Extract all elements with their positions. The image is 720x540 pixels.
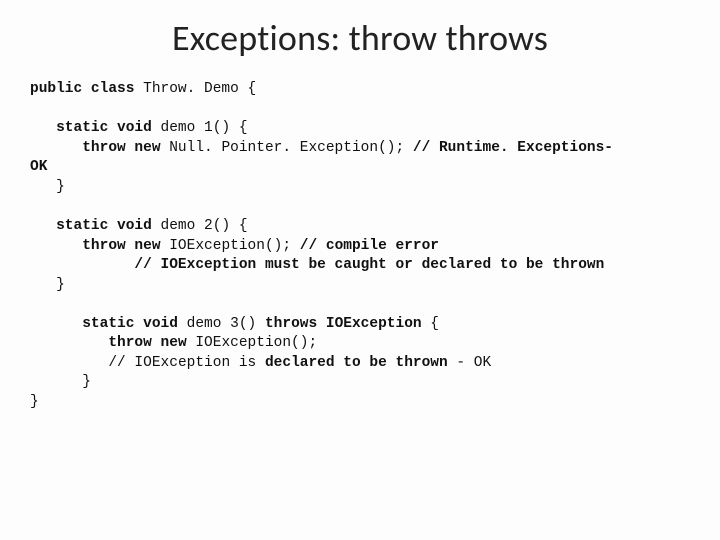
kw-static-void-2: static void bbox=[30, 218, 161, 234]
t-npe: Null. Pointer. Exception(); bbox=[169, 140, 413, 156]
slide-title: Exceptions: throw throws bbox=[30, 16, 690, 60]
c-declared-a: // IOException is bbox=[30, 355, 265, 371]
t-demo1-paren: () { bbox=[213, 120, 248, 136]
kw-static-void-3: static void bbox=[30, 316, 187, 332]
t-demo1: demo 1 bbox=[161, 120, 213, 136]
c-declared-c: - OK bbox=[448, 355, 492, 371]
c-compile-error: // compile error bbox=[300, 238, 439, 254]
t-classname: Throw. Demo { bbox=[134, 81, 256, 97]
kw-throws-ioe: throws IOException bbox=[265, 316, 422, 332]
code-block: public class Throw. Demo { static void d… bbox=[30, 80, 690, 413]
t-close1: } bbox=[30, 179, 65, 195]
t-close3: } bbox=[30, 374, 91, 390]
t-demo3-brace: { bbox=[422, 316, 439, 332]
kw-throw-new-2: throw new bbox=[30, 238, 169, 254]
t-demo2: demo 2 bbox=[161, 218, 213, 234]
t-ioe1: IOException(); bbox=[169, 238, 300, 254]
t-ioe2: IOException(); bbox=[195, 335, 317, 351]
t-demo2-paren: () { bbox=[213, 218, 248, 234]
t-close2: } bbox=[30, 277, 65, 293]
c-runtime: // Runtime. Exceptions- bbox=[413, 140, 613, 156]
t-demo3: demo 3 bbox=[187, 316, 239, 332]
t-close-class: } bbox=[30, 394, 39, 410]
t-ok: OK bbox=[30, 159, 47, 175]
kw-static-void-1: static void bbox=[30, 120, 161, 136]
kw-public-class: public class bbox=[30, 81, 134, 97]
kw-throw-new-1: throw new bbox=[30, 140, 169, 156]
t-demo3-paren: () bbox=[239, 316, 265, 332]
c-declared-b: declared to be thrown bbox=[265, 355, 448, 371]
kw-throw-new-3: throw new bbox=[30, 335, 195, 351]
slide: Exceptions: throw throws public class Th… bbox=[0, 0, 720, 433]
c-must-catch: // IOException must be caught or declare… bbox=[30, 257, 604, 273]
